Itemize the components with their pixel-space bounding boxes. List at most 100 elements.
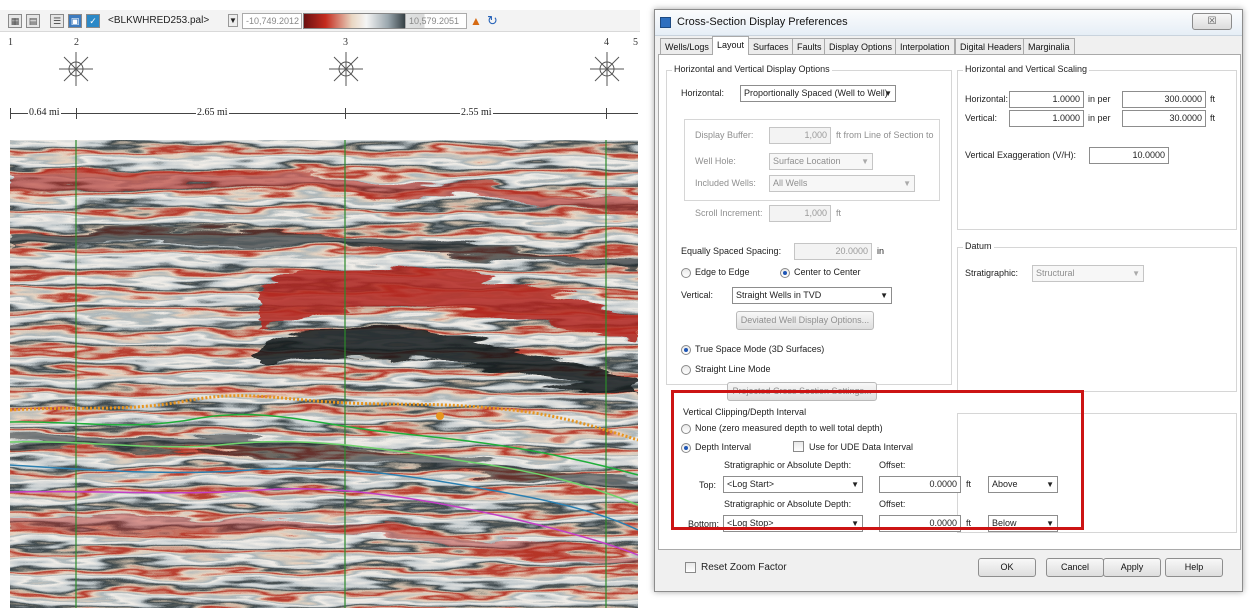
cross-section-view[interactable]: ▦ ▤ ☰ ▣ ✓ <BLKWHRED253.pal> ▼ -10,749.20… (0, 0, 640, 608)
chevron-down-icon: ▼ (1132, 269, 1140, 278)
refresh-icon[interactable]: ↻ (487, 13, 498, 29)
distance-label: 2.55 mi (460, 107, 493, 118)
horizontal-inches-field[interactable]: 1.0000 (1009, 91, 1084, 108)
tab-surfaces[interactable]: Surfaces (748, 38, 794, 55)
distance-tick (345, 108, 346, 119)
app-icon (660, 17, 671, 28)
display-buffer-suffix: ft from Line of Section to (836, 130, 934, 140)
ft-label: ft (1210, 113, 1216, 123)
distance-label: 0.64 mi (28, 107, 61, 118)
dry-hole-well-icon[interactable] (329, 52, 363, 86)
edge-to-edge-radio[interactable] (681, 268, 691, 278)
ok-button[interactable]: OK (978, 558, 1036, 577)
dropdown-value: All Wells (773, 178, 808, 188)
chevron-down-icon: ▼ (884, 89, 892, 98)
dialog-titlebar[interactable]: Cross-Section Display Preferences ☒ (655, 10, 1242, 36)
dry-hole-well-icon[interactable] (590, 52, 624, 86)
scroll-increment-unit: ft (836, 208, 842, 218)
vertical-label: Vertical: (681, 290, 714, 300)
hv-display-group (666, 70, 952, 385)
tab-faults[interactable]: Faults (792, 38, 827, 55)
horizontal-label: Horizontal: (681, 88, 725, 98)
dialog-title: Cross-Section Display Preferences (677, 16, 848, 28)
display-buffer-field[interactable]: 1,000 (769, 127, 831, 144)
equal-spacing-label: Equally Spaced Spacing: (681, 246, 782, 256)
well-number: 4 (604, 37, 609, 48)
horizontal-spacing-dropdown[interactable]: Proportionally Spaced (Well to Well) ▼ (740, 85, 896, 102)
distance-label: 2.65 mi (196, 107, 229, 118)
true-space-mode-label: True Space Mode (3D Surfaces) (695, 344, 825, 354)
distance-scale-line (10, 113, 638, 114)
exaggeration-field[interactable]: 10.0000 (1089, 147, 1169, 164)
list-icon[interactable]: ☰ (50, 14, 64, 28)
group-label: Datum (963, 241, 994, 251)
dropdown-value: Surface Location (773, 156, 841, 166)
cancel-button[interactable]: Cancel (1046, 558, 1104, 577)
scale-horizontal-label: Horizontal: (965, 94, 1009, 104)
close-button[interactable]: ☒ (1192, 13, 1232, 30)
in-per-label: in per (1088, 113, 1111, 123)
well-number: 3 (343, 37, 348, 48)
vertical-inches-field[interactable]: 1.0000 (1009, 110, 1084, 127)
well-number: 5 (633, 37, 638, 48)
palette-name: <BLKWHRED253.pal> (108, 15, 210, 26)
layout-icon[interactable]: ▤ (26, 14, 40, 28)
datum-stratigraphic-dropdown[interactable]: Structural ▼ (1032, 265, 1144, 282)
well-number: 2 (74, 37, 79, 48)
help-button[interactable]: Help (1165, 558, 1223, 577)
well-hole-label: Well Hole: (695, 156, 736, 166)
color-min-field[interactable]: -10,749.2012 (242, 13, 302, 29)
well-symbol-icon[interactable]: ▲ (470, 14, 482, 28)
straight-line-mode-label: Straight Line Mode (695, 364, 771, 374)
chart-icon[interactable]: ✓ (86, 14, 100, 28)
tab-marginalia[interactable]: Marginalia (1023, 38, 1075, 55)
included-wells-label: Included Wells: (695, 178, 756, 188)
chevron-down-icon: ▼ (880, 291, 888, 300)
scroll-increment-label: Scroll Increment: (695, 208, 763, 218)
true-space-mode-radio[interactable] (681, 345, 691, 355)
equal-spacing-field[interactable]: 20.0000 (794, 243, 872, 260)
well-hole-dropdown[interactable]: Surface Location ▼ (769, 153, 873, 170)
vertical-feet-field[interactable]: 30.0000 (1122, 110, 1206, 127)
section-toolbar: ▦ ▤ ☰ ▣ ✓ <BLKWHRED253.pal> ▼ -10,749.20… (0, 10, 640, 32)
chevron-down-icon: ▼ (903, 179, 911, 188)
in-per-label: in per (1088, 94, 1111, 104)
color-max-field[interactable]: 10,579.2051 (405, 13, 467, 29)
tab-display-options[interactable]: Display Options (824, 38, 898, 55)
vertical-mode-dropdown[interactable]: Straight Wells in TVD ▼ (732, 287, 892, 304)
seismic-section[interactable] (10, 140, 638, 608)
distance-tick (10, 108, 11, 119)
grid-icon[interactable]: ▦ (8, 14, 22, 28)
well-number: 1 (8, 37, 13, 48)
group-label: Horizontal and Vertical Scaling (963, 64, 1090, 74)
tab-digital-headers[interactable]: Digital Headers (955, 38, 1027, 55)
table-icon[interactable]: ▣ (68, 14, 82, 28)
dropdown-value: Straight Wells in TVD (736, 290, 822, 300)
tab-interpolation[interactable]: Interpolation (895, 38, 955, 55)
scroll-increment-field[interactable]: 1,000 (769, 205, 831, 222)
group-label: Horizontal and Vertical Display Options (672, 64, 832, 74)
deviated-well-options-button[interactable]: Deviated Well Display Options... (736, 311, 874, 330)
cross-section-display-preferences-dialog: Cross-Section Display Preferences ☒ Well… (654, 9, 1243, 592)
exaggeration-label: Vertical Exaggeration (V/H): (965, 150, 1077, 160)
dry-hole-well-icon[interactable] (59, 52, 93, 86)
edge-to-edge-label: Edge to Edge (695, 267, 750, 277)
horizontal-feet-field[interactable]: 300.0000 (1122, 91, 1206, 108)
distance-tick (76, 108, 77, 119)
apply-button[interactable]: Apply (1103, 558, 1161, 577)
center-to-center-radio[interactable] (780, 268, 790, 278)
horizon-pick-marker (436, 412, 444, 420)
included-wells-dropdown[interactable]: All Wells ▼ (769, 175, 915, 192)
scale-vertical-label: Vertical: (965, 113, 998, 123)
chevron-down-icon: ▼ (861, 157, 869, 166)
reset-zoom-checkbox[interactable] (685, 562, 696, 573)
straight-line-mode-radio[interactable] (681, 365, 691, 375)
palette-dropdown-arrow[interactable]: ▼ (228, 14, 238, 27)
tab-layout[interactable]: Layout (712, 36, 750, 55)
reset-zoom-label: Reset Zoom Factor (701, 562, 787, 573)
annotation-highlight-box (671, 390, 1084, 530)
dropdown-value: Proportionally Spaced (Well to Well) (744, 88, 888, 98)
display-buffer-label: Display Buffer: (695, 130, 754, 140)
tab-wells-logs[interactable]: Wells/Logs (660, 38, 714, 55)
equal-spacing-unit: in (877, 246, 885, 256)
